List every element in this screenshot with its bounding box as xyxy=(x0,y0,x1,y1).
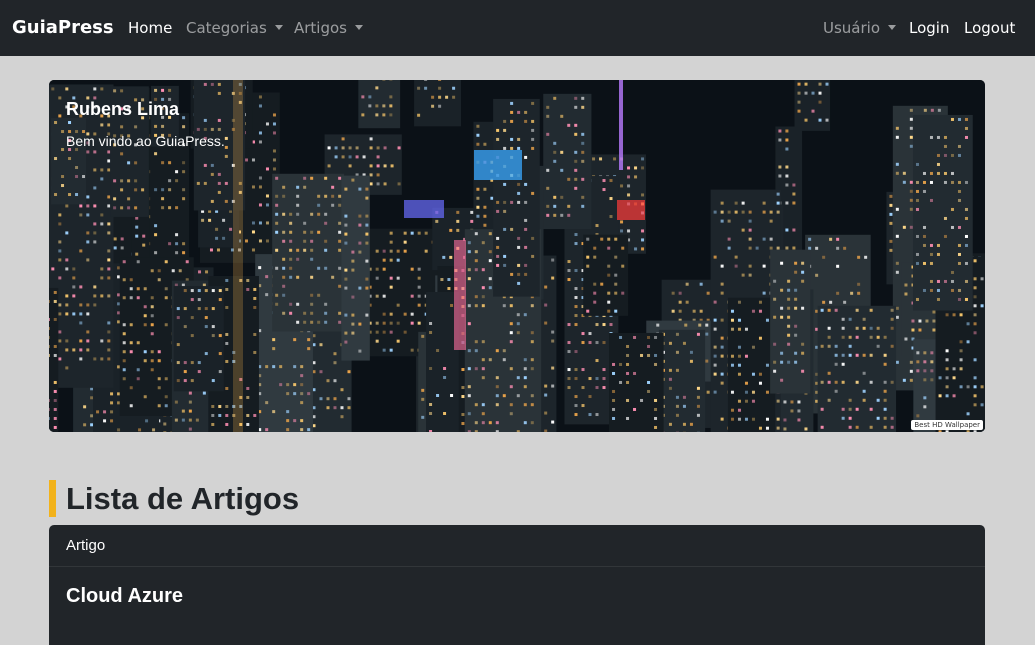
page-title: Lista de Artigos xyxy=(49,480,299,517)
nav-home[interactable]: Home xyxy=(128,19,172,37)
nav-usuario-label: Usuário xyxy=(823,19,880,37)
nav-categorias-dropdown[interactable]: Categorias xyxy=(186,19,283,37)
nav-artigos-label: Artigos xyxy=(294,19,347,37)
card-header: Artigo xyxy=(49,525,985,567)
chevron-down-icon xyxy=(275,25,283,30)
chevron-down-icon xyxy=(355,25,363,30)
articles-card: Artigo Cloud Azure xyxy=(49,525,985,645)
brand-link[interactable]: GuiaPress xyxy=(12,17,114,39)
article-title[interactable]: Cloud Azure xyxy=(49,567,985,608)
hero-text: Bem vindo ao GuiaPress. xyxy=(66,132,225,150)
hero-banner: Rubens Lima Bem vindo ao GuiaPress. Best… xyxy=(49,80,985,432)
chevron-down-icon xyxy=(888,25,896,30)
nav-artigos-dropdown[interactable]: Artigos xyxy=(294,19,363,37)
nav-login[interactable]: Login xyxy=(909,19,949,37)
nav-logout[interactable]: Logout xyxy=(964,19,1015,37)
image-watermark: Best HD Wallpaper xyxy=(911,420,983,430)
nav-usuario-dropdown[interactable]: Usuário xyxy=(823,19,896,37)
top-navbar: GuiaPress Home Categorias Artigos Usuári… xyxy=(0,0,1035,56)
nav-categorias-label: Categorias xyxy=(186,19,267,37)
hero-title: Rubens Lima xyxy=(66,98,179,120)
